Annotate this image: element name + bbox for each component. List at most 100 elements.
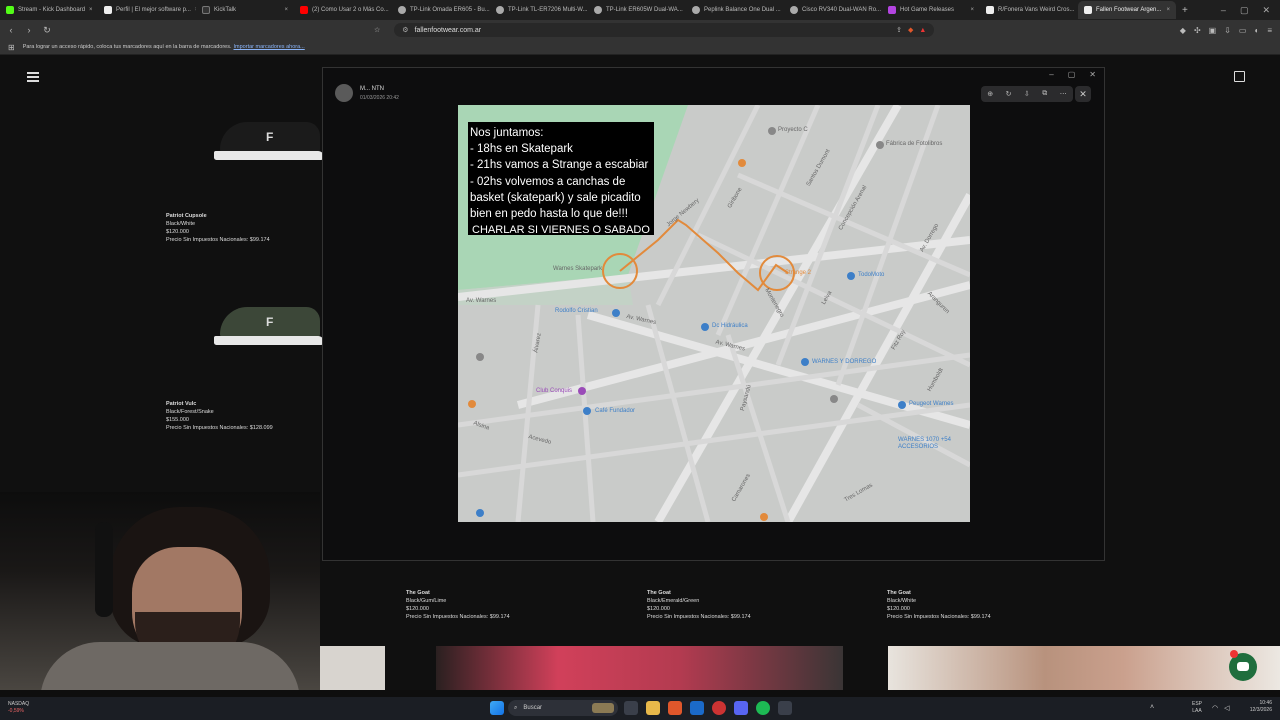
tab-hot-games[interactable]: Hot Game Releases ×: [882, 1, 980, 19]
extension-icon[interactable]: ◆: [1180, 26, 1186, 35]
text-overlay: Nos juntamos: - 18hs en Skatepark - 21hs…: [468, 122, 654, 236]
app-icon[interactable]: [778, 701, 792, 715]
new-tab-button[interactable]: +: [1176, 5, 1194, 16]
import-bookmarks-link[interactable]: Importar marcadores ahora...: [234, 44, 305, 50]
rotate-icon[interactable]: ↻: [1006, 90, 1012, 98]
tab-peplink[interactable]: Peplink Balance One Dual ...×: [686, 1, 784, 19]
puzzle-icon[interactable]: ✣: [1194, 26, 1201, 35]
tab-vans[interactable]: R/Fonera Vans Weird Cros...×: [980, 1, 1078, 19]
banner-image[interactable]: [888, 646, 1280, 690]
taskbar-search[interactable]: ⌕ Buscar: [508, 700, 618, 716]
system-tray: ◠ ◁: [1212, 704, 1230, 712]
wallet-icon[interactable]: ▭: [1239, 26, 1247, 35]
language-indicator[interactable]: ESP LAA: [1192, 701, 1202, 715]
product-image-patriot-vulc[interactable]: F: [214, 299, 324, 345]
product-info: The Goat Black/Emerald/Green $120.000 Pr…: [647, 589, 751, 621]
clock[interactable]: 10:46 12/3/2026: [1250, 700, 1272, 714]
forward-icon[interactable]: ›: [22, 25, 36, 35]
webcam-overlay: [0, 492, 320, 690]
download-icon[interactable]: ⇩: [1024, 90, 1030, 98]
close-icon[interactable]: ×: [284, 7, 288, 13]
close-icon[interactable]: ×: [1166, 7, 1170, 13]
product-name[interactable]: Patriot Vulc: [166, 400, 273, 408]
warning-icon[interactable]: ▲: [919, 27, 926, 34]
close-viewer-button[interactable]: ✕: [1075, 86, 1091, 102]
reload-icon[interactable]: ↻: [40, 25, 54, 36]
tab-tplink-3[interactable]: TP-Link ER605W Dual-WA...×: [588, 1, 686, 19]
bookmark-star-icon[interactable]: ☆: [374, 26, 380, 34]
tab-tplink-1[interactable]: TP-Link Omada ER605 - Bu...×: [392, 1, 490, 19]
stock-widget[interactable]: NASDAQ -0,59%: [8, 701, 29, 715]
tab-youtube[interactable]: (2) Como Usar 2 o Más Co...×: [294, 1, 392, 19]
chat-button[interactable]: [1229, 650, 1257, 681]
minimize-icon[interactable]: –: [1049, 70, 1053, 79]
brave-browser-icon[interactable]: [668, 701, 682, 715]
map-pin-icon: [760, 513, 768, 521]
map-label: Av. Warnes: [466, 298, 497, 304]
close-icon[interactable]: ✕: [1262, 5, 1270, 16]
tab-label: TP-Link TL-ER7206 Multi-W...: [508, 7, 588, 13]
tab-cisco[interactable]: Cisco RV340 Dual-WAN Ro...×: [784, 1, 882, 19]
tab-label: Cisco RV340 Dual-WAN Ro...: [802, 7, 882, 13]
profile-icon[interactable]: ◐: [1254, 26, 1259, 35]
open-external-icon[interactable]: ⧉: [1042, 90, 1047, 98]
spotify-icon[interactable]: [756, 701, 770, 715]
cart-icon[interactable]: [1234, 71, 1245, 82]
tab-perfil[interactable]: Perfil | El mejor software p...×: [98, 1, 196, 19]
steam-icon[interactable]: [690, 701, 704, 715]
maximize-icon[interactable]: ▢: [1068, 70, 1076, 79]
site-icon: [104, 6, 112, 14]
map-pin-icon: [476, 353, 484, 361]
discord-icon[interactable]: [734, 701, 748, 715]
product-name[interactable]: Patriot Cupsole: [166, 212, 270, 220]
map-pin-icon: [801, 358, 809, 366]
brave-icon[interactable]: ◆: [908, 26, 913, 34]
map-pin-icon: [612, 309, 620, 317]
close-icon[interactable]: ✕: [1089, 70, 1096, 79]
download-icon[interactable]: ⇩: [1224, 26, 1231, 35]
taskbar: NASDAQ -0,59% ⌕ Buscar ˄ ESP LAA ◠ ◁ 10:…: [0, 697, 1280, 720]
url-field[interactable]: ⚙ fallenfootwear.com.ar ⇪ ◆ ▲: [394, 23, 935, 37]
volume-icon[interactable]: ◁: [1224, 704, 1229, 712]
task-view-icon[interactable]: [624, 701, 638, 715]
sender-name[interactable]: M... NTN: [360, 86, 384, 92]
minimize-icon[interactable]: –: [1221, 5, 1226, 16]
tab-tplink-2[interactable]: TP-Link TL-ER7206 Multi-W...×: [490, 1, 588, 19]
more-icon[interactable]: ⋯: [1060, 90, 1067, 98]
tab-fallen[interactable]: Fallen Footwear Argen... ×: [1078, 1, 1176, 19]
note-line: - 18hs en Skatepark: [470, 143, 573, 156]
map-pin-icon: [583, 407, 591, 415]
avatar[interactable]: [335, 84, 353, 102]
tab-label: Stream - Kick Dashboard: [18, 7, 86, 13]
tab-label: TP-Link Omada ER605 - Bu...: [410, 7, 490, 13]
site-icon: [594, 6, 602, 14]
windows-start-icon[interactable]: [490, 701, 504, 715]
back-icon[interactable]: ‹: [4, 25, 18, 35]
app-icon[interactable]: [712, 701, 726, 715]
product-info: The Goat Black/White $120.000 Precio Sin…: [887, 589, 991, 621]
tab-kick[interactable]: Stream - Kick Dashboard ×: [0, 1, 98, 19]
tab-kicktalk[interactable]: KickTalk ×: [196, 1, 294, 19]
maximize-icon[interactable]: ▢: [1240, 5, 1249, 16]
zoom-icon[interactable]: ⊕: [987, 90, 993, 98]
banner-image[interactable]: [436, 646, 843, 690]
sidebar-icon[interactable]: ▣: [1209, 26, 1217, 35]
apps-icon[interactable]: ⊞: [8, 43, 15, 52]
site-info-icon[interactable]: ⚙: [402, 26, 408, 34]
product-price: $120.000: [406, 606, 429, 612]
close-icon[interactable]: ×: [89, 7, 93, 13]
product-name[interactable]: The Goat: [647, 589, 751, 597]
product-name[interactable]: The Goat: [887, 589, 991, 597]
wifi-icon[interactable]: ◠: [1212, 704, 1218, 712]
file-explorer-icon[interactable]: [646, 701, 660, 715]
hamburger-menu-icon[interactable]: [27, 72, 39, 82]
product-image-patriot-cupsole[interactable]: F: [214, 114, 324, 160]
map-image[interactable]: Nos juntamos: - 18hs en Skatepark - 21hs…: [458, 105, 970, 522]
menu-icon[interactable]: ≡: [1267, 26, 1272, 35]
close-icon[interactable]: ×: [970, 7, 974, 13]
product-name[interactable]: The Goat: [406, 589, 510, 597]
chevron-up-icon[interactable]: ˄: [1150, 704, 1154, 711]
share-icon[interactable]: ⇪: [896, 26, 902, 34]
product-color: Black/White: [887, 598, 917, 604]
product-info: Patriot Cupsole Black/White $120.000 Pre…: [166, 212, 270, 244]
